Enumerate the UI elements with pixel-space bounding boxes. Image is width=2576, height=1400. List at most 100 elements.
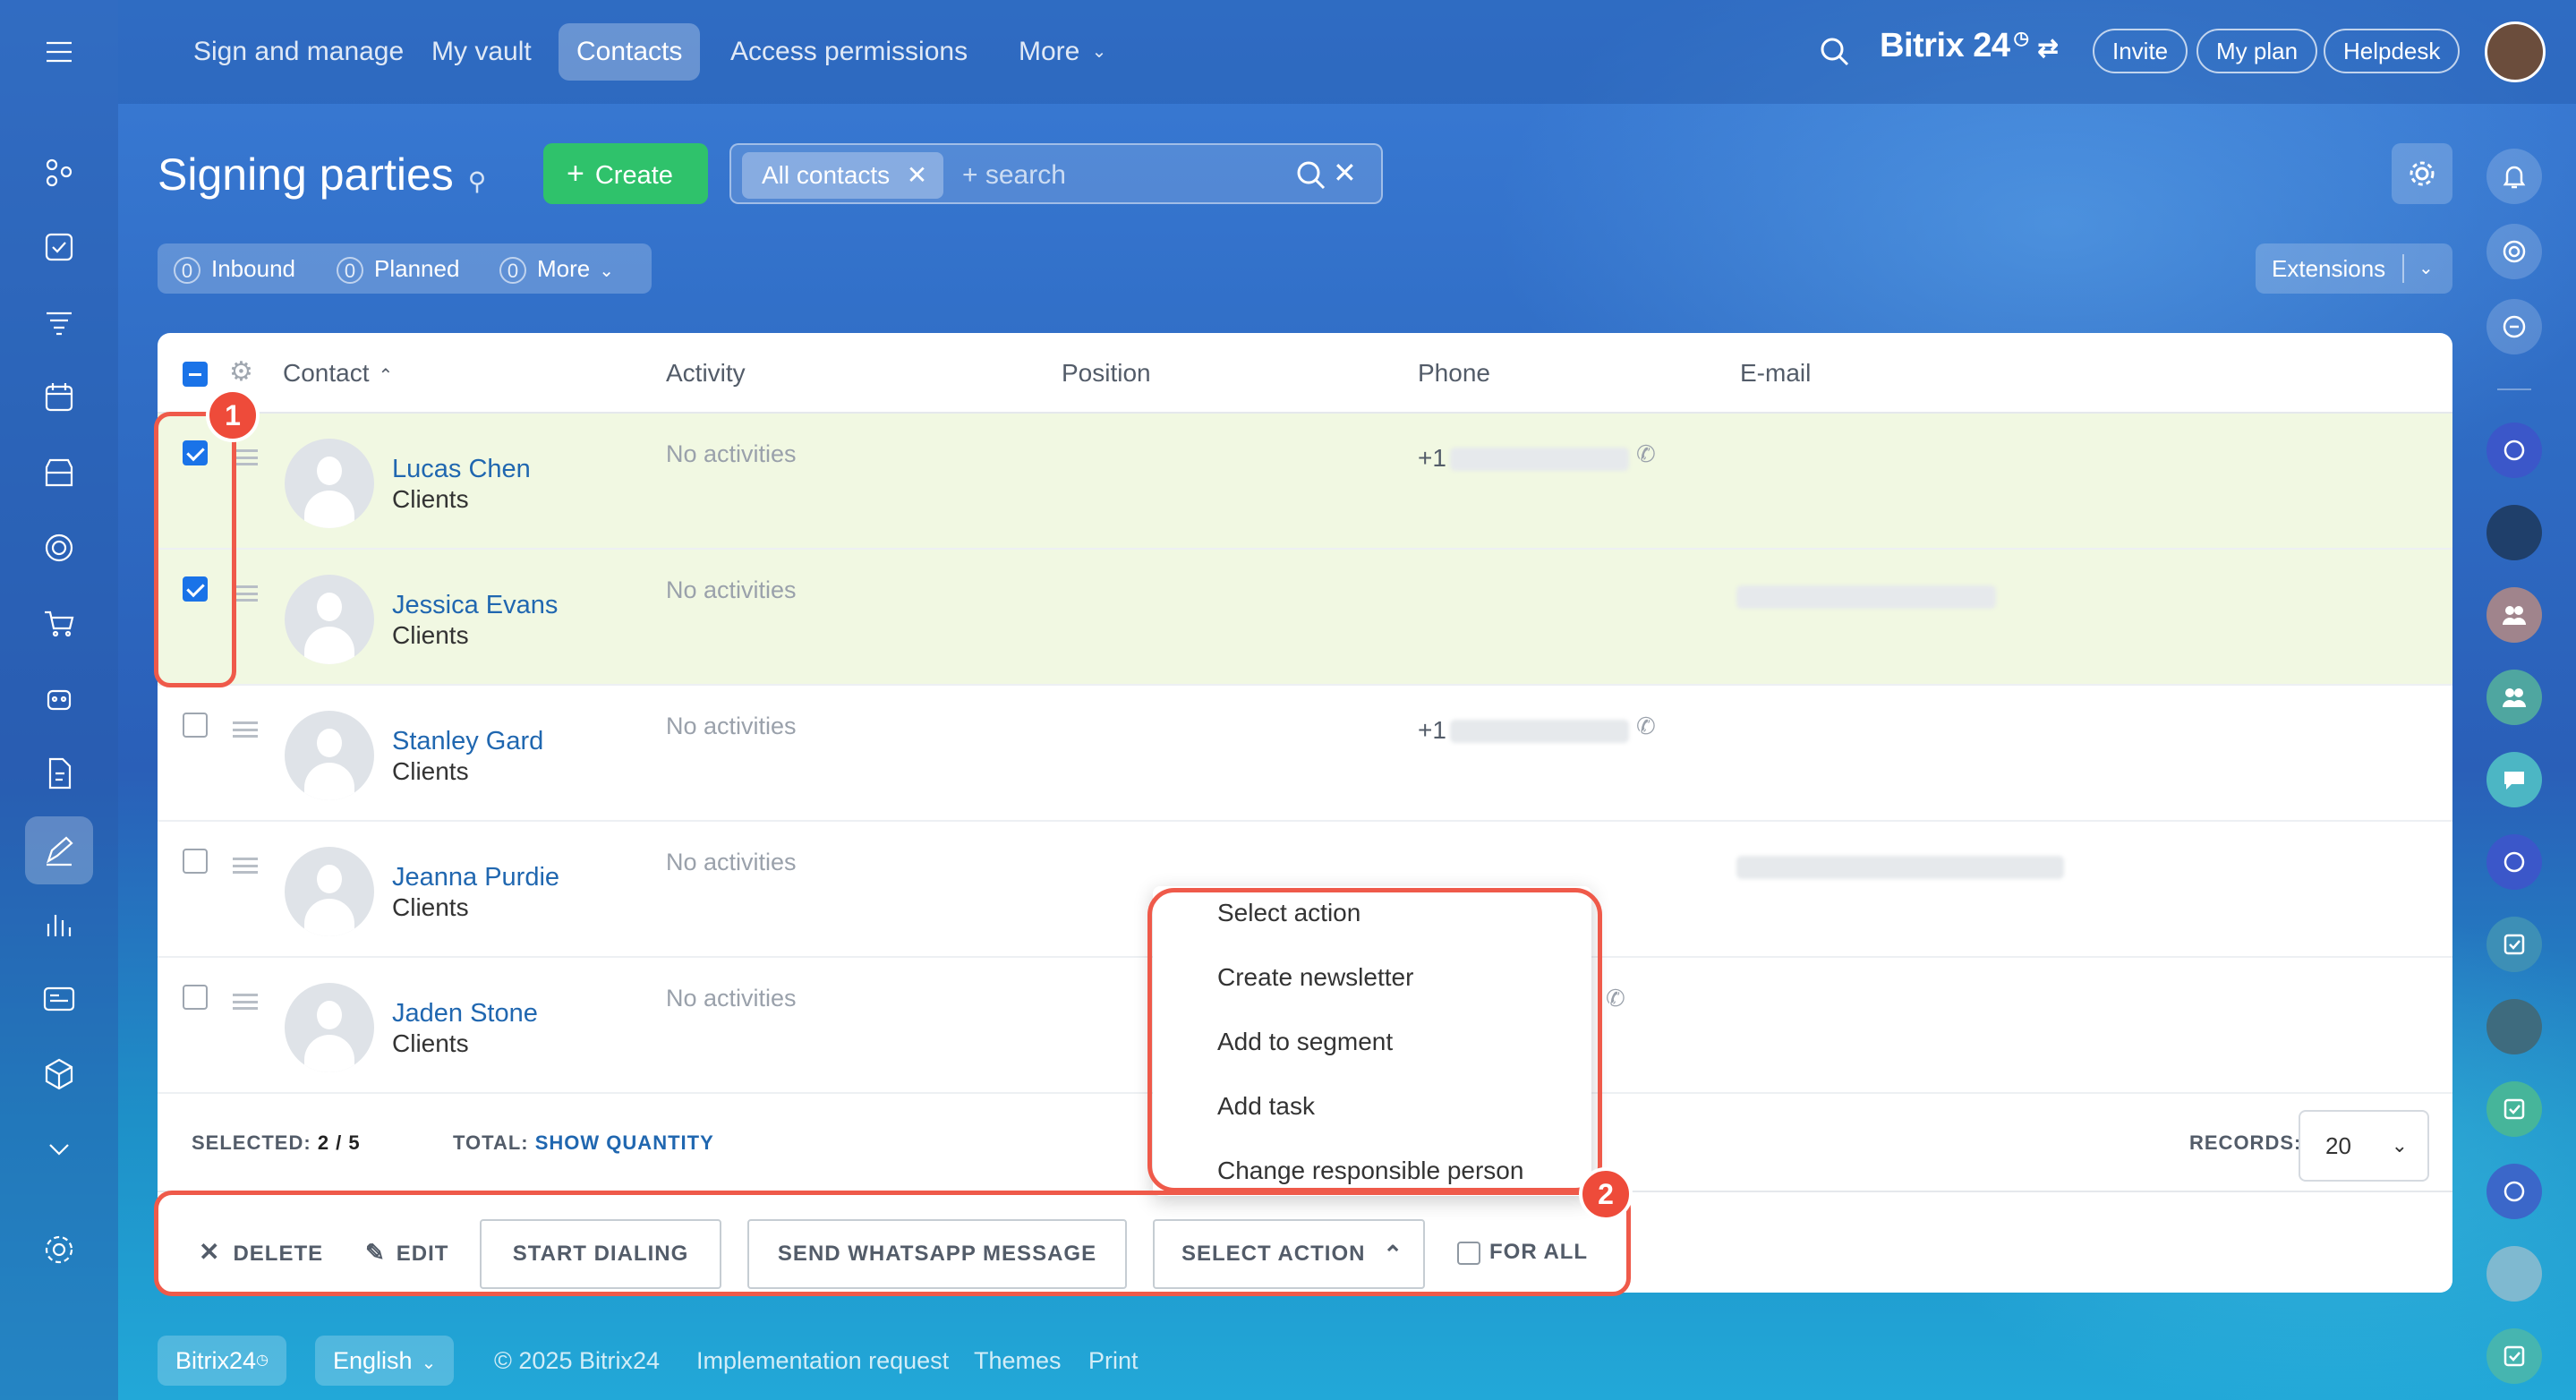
calendar-icon[interactable] bbox=[36, 374, 82, 421]
search-icon[interactable] bbox=[1819, 36, 1851, 68]
store-icon[interactable] bbox=[36, 449, 82, 496]
contact-name-link[interactable]: Jaden Stone bbox=[392, 999, 538, 1029]
sliders-icon[interactable]: ⇄ bbox=[2037, 34, 2058, 62]
filter-chip-all-contacts[interactable]: All contacts ✕ bbox=[742, 152, 944, 199]
pin-icon[interactable]: ⚲ bbox=[468, 167, 487, 195]
contact-name-link[interactable]: Jeanna Purdie bbox=[392, 863, 559, 892]
settings-button[interactable] bbox=[2392, 143, 2452, 204]
box-icon[interactable] bbox=[36, 1051, 82, 1097]
select-all-checkbox[interactable] bbox=[183, 362, 208, 387]
show-quantity-link[interactable]: SHOW QUANTITY bbox=[535, 1131, 714, 1154]
group-chat-icon[interactable] bbox=[2486, 587, 2542, 643]
cart-icon[interactable] bbox=[36, 600, 82, 646]
row-checkbox[interactable] bbox=[183, 849, 208, 874]
drag-handle-icon[interactable] bbox=[233, 585, 258, 602]
records-per-page-select[interactable]: 20 ⌄ bbox=[2299, 1110, 2429, 1182]
drag-handle-icon[interactable] bbox=[233, 721, 258, 738]
search-icon[interactable] bbox=[1295, 159, 1327, 192]
counter-inbound[interactable]: 0 Inbound bbox=[174, 243, 295, 294]
activity-status: No activities bbox=[666, 849, 797, 875]
helpdesk-button[interactable]: Helpdesk bbox=[2324, 29, 2461, 73]
phone-call-icon[interactable]: ✆ bbox=[1636, 440, 1656, 468]
blurred-phone bbox=[1450, 448, 1629, 471]
footer-link-implementation[interactable]: Implementation request bbox=[696, 1336, 949, 1386]
footer-link-print[interactable]: Print bbox=[1088, 1336, 1139, 1386]
column-contact[interactable]: Contact ⌃ bbox=[283, 333, 393, 416]
clear-icon[interactable]: ✕ bbox=[1333, 156, 1357, 190]
language-selector[interactable]: English ⌄ bbox=[315, 1336, 455, 1386]
nav-my-vault[interactable]: My vault bbox=[414, 23, 550, 81]
filter-search-box[interactable]: All contacts ✕ + search ✕ bbox=[729, 143, 1383, 204]
chat-avatar[interactable] bbox=[2486, 505, 2542, 560]
phone-value[interactable]: +1 bbox=[1418, 716, 1446, 745]
column-activity[interactable]: Activity bbox=[666, 333, 746, 414]
footer-link-themes[interactable]: Themes bbox=[974, 1336, 1062, 1386]
phone-call-icon[interactable]: ✆ bbox=[1636, 713, 1656, 740]
brand-logo: Bitrix 24 ◷ ⇄ bbox=[1880, 27, 2059, 64]
badge-step-2: 2 bbox=[1579, 1167, 1633, 1221]
copilot-chat-icon[interactable] bbox=[2486, 423, 2542, 478]
create-button[interactable]: + Create bbox=[543, 143, 708, 204]
contact-name-link[interactable]: Jessica Evans bbox=[392, 591, 558, 620]
phone-call-icon[interactable]: ✆ bbox=[1606, 985, 1625, 1012]
my-plan-button[interactable]: My plan bbox=[2196, 29, 2318, 73]
blurred-email bbox=[1736, 585, 1996, 609]
funnel-icon[interactable] bbox=[36, 299, 82, 346]
row-checkbox[interactable] bbox=[183, 713, 208, 738]
contact-name-link[interactable]: Lucas Chen bbox=[392, 455, 531, 484]
news-icon[interactable] bbox=[36, 976, 82, 1022]
chat-avatar[interactable] bbox=[2486, 999, 2542, 1054]
nav-sign-and-manage[interactable]: Sign and manage bbox=[175, 23, 422, 81]
blurred-phone bbox=[1450, 720, 1629, 743]
gear-icon bbox=[2410, 161, 2435, 186]
close-icon[interactable]: ✕ bbox=[907, 152, 927, 199]
copilot-chat-icon[interactable] bbox=[2486, 834, 2542, 890]
chat-bubble-icon[interactable] bbox=[2486, 752, 2542, 807]
nav-access-permissions[interactable]: Access permissions bbox=[712, 23, 985, 81]
robot-icon[interactable] bbox=[36, 675, 82, 721]
search-input[interactable]: + search bbox=[962, 145, 1066, 206]
hamburger-menu-icon[interactable] bbox=[36, 29, 82, 75]
bot-avatar[interactable] bbox=[2486, 1246, 2542, 1302]
gear-icon[interactable]: ⚙ bbox=[229, 356, 253, 388]
drag-handle-icon[interactable] bbox=[233, 858, 258, 874]
clock-icon: ◷ bbox=[256, 1353, 269, 1368]
group-chat-icon[interactable] bbox=[2486, 670, 2542, 725]
row-checkbox[interactable] bbox=[183, 985, 208, 1010]
document-edit-icon[interactable] bbox=[36, 750, 82, 797]
sign-icon[interactable] bbox=[25, 816, 93, 884]
copilot-chat-icon[interactable] bbox=[2486, 1164, 2542, 1219]
drag-handle-icon[interactable] bbox=[233, 994, 258, 1010]
tasks-icon[interactable] bbox=[36, 224, 82, 270]
bell-icon[interactable] bbox=[2486, 149, 2542, 204]
analytics-icon[interactable] bbox=[36, 901, 82, 947]
nav-contacts[interactable]: Contacts bbox=[559, 23, 701, 81]
contact-name-link[interactable]: Stanley Gard bbox=[392, 727, 543, 756]
nav-more[interactable]: More ⌄ bbox=[1001, 23, 1124, 81]
column-phone[interactable]: Phone bbox=[1418, 333, 1490, 414]
copilot-icon[interactable] bbox=[2486, 224, 2542, 279]
chat-search-icon[interactable] bbox=[2486, 299, 2542, 354]
task-chat-icon[interactable] bbox=[2486, 917, 2542, 972]
left-sidebar bbox=[0, 0, 118, 1400]
table-row[interactable]: Lucas Chen Clients No activities +1 ✆ bbox=[158, 414, 2452, 550]
phone-value[interactable]: +1 bbox=[1418, 444, 1446, 473]
invite-button[interactable]: Invite bbox=[2093, 29, 2188, 73]
user-avatar[interactable] bbox=[2485, 21, 2546, 82]
chevron-down-icon[interactable] bbox=[36, 1126, 82, 1173]
table-row[interactable]: Stanley Gard Clients No activities +1 ✆ bbox=[158, 686, 2452, 822]
task-chat-icon[interactable] bbox=[2486, 1328, 2542, 1384]
column-email[interactable]: E-mail bbox=[1740, 333, 1811, 414]
contact-type: Clients bbox=[392, 1029, 469, 1057]
column-position[interactable]: Position bbox=[1062, 333, 1151, 414]
footer-brand[interactable]: Bitrix24◷ bbox=[158, 1336, 286, 1386]
task-chat-icon[interactable] bbox=[2486, 1081, 2542, 1137]
crm-icon[interactable] bbox=[36, 149, 82, 195]
drag-handle-icon[interactable] bbox=[233, 449, 258, 465]
counter-more[interactable]: 0 More ⌄ bbox=[499, 243, 614, 296]
table-row[interactable]: Jessica Evans Clients No activities bbox=[158, 550, 2452, 686]
extensions-button[interactable]: Extensions ⌄ bbox=[2256, 243, 2452, 294]
target-icon[interactable] bbox=[36, 525, 82, 571]
counter-planned[interactable]: 0 Planned bbox=[337, 243, 459, 294]
settings-gear-icon[interactable] bbox=[36, 1226, 82, 1273]
